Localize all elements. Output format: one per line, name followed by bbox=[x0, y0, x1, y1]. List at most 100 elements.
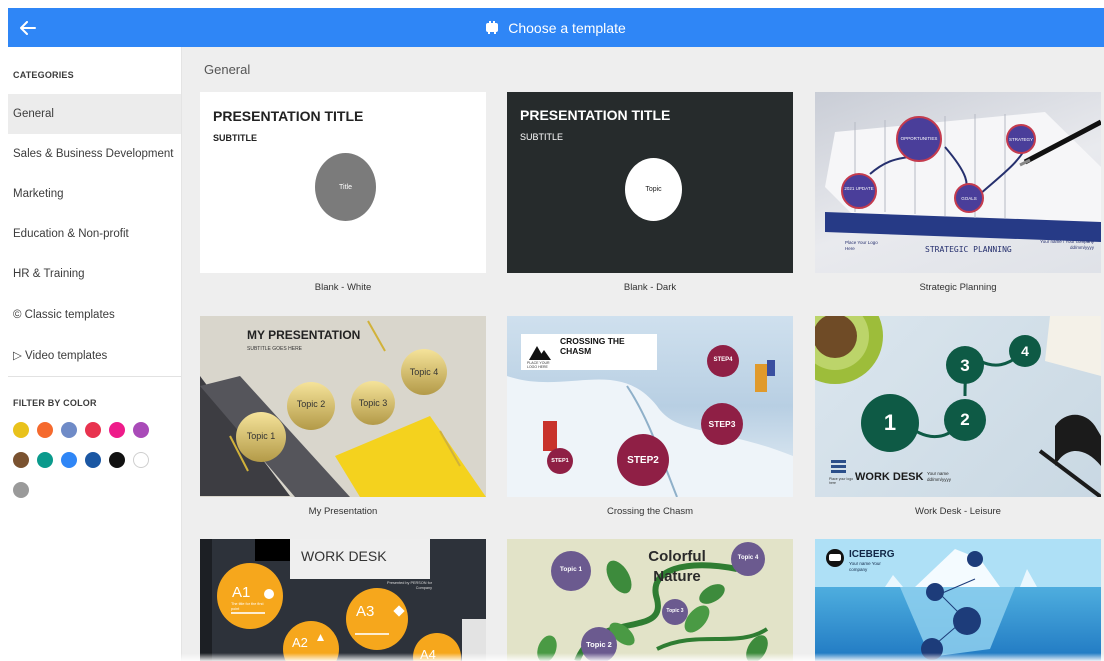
color-swatch[interactable] bbox=[109, 452, 125, 468]
thumb-subtitle: SUBTITLE bbox=[520, 132, 564, 142]
category-marketing[interactable]: Marketing bbox=[8, 174, 181, 214]
template-thumbnail: PLACE YOUR LOGO HERE CROSSING THE CHASM … bbox=[507, 316, 793, 497]
thumb-subtitle: SUBTITLE GOES HERE bbox=[247, 346, 303, 352]
my-presentation-art bbox=[200, 320, 486, 497]
category-sales[interactable]: Sales & Business Development bbox=[8, 134, 181, 174]
category-education[interactable]: Education & Non-profit bbox=[8, 214, 181, 254]
bottom-fade bbox=[0, 653, 1104, 661]
thumb-heading: STRATEGIC PLANNING bbox=[925, 245, 1012, 254]
categories-heading: CATEGORIES bbox=[13, 70, 74, 80]
topic-2: Topic 2 bbox=[296, 399, 326, 409]
thumb-title: ICEBERG bbox=[849, 549, 895, 560]
category-classic-templates[interactable]: © Classic templates bbox=[8, 295, 181, 335]
thumb-meta: Your name Your company bbox=[849, 561, 881, 572]
color-swatch[interactable] bbox=[85, 452, 101, 468]
crossing-chasm-art bbox=[507, 334, 793, 497]
thumb-subtitle: SUBTITLE bbox=[213, 133, 257, 143]
topic-3: Topic 3 bbox=[666, 608, 684, 614]
template-card-iceberg[interactable]: ICEBERG Your name Your company bbox=[815, 539, 1101, 661]
logo-placeholder: Place Your Logo Here bbox=[845, 240, 878, 251]
bubble-update: 2021 UPDATE bbox=[844, 186, 874, 191]
sidebar-divider bbox=[8, 376, 181, 377]
thumb-title: PRESENTATION TITLE bbox=[213, 108, 364, 124]
section-title: General bbox=[204, 62, 251, 77]
presented-by: Presented by PERSON for Company bbox=[387, 581, 432, 590]
template-card-colorful-nature[interactable]: Colorful Nature Topic 1 Topic 2 Topic 3 … bbox=[507, 539, 793, 661]
template-gallery: General PRESENTATION TITLE SUBTITLE Titl… bbox=[182, 47, 1104, 661]
template-card-blank-dark[interactable]: PRESENTATION TITLE SUBTITLE Topic Blank … bbox=[507, 92, 793, 302]
bubble-opportunities: OPPORTUNITIES bbox=[900, 136, 938, 141]
template-card-strategic-planning[interactable]: OPPORTUNITIES STRATEGY 2021 UPDATE GOALS… bbox=[815, 92, 1101, 302]
dialog-title-text: Choose a template bbox=[508, 19, 626, 36]
color-swatch[interactable] bbox=[61, 422, 77, 438]
template-name: Strategic Planning bbox=[919, 282, 997, 293]
color-swatch[interactable] bbox=[13, 452, 29, 468]
step-number-1: 1 bbox=[883, 410, 897, 435]
item-a1: A1 bbox=[232, 584, 251, 601]
color-swatch[interactable] bbox=[13, 482, 29, 498]
template-thumbnail: PRESENTATION TITLE SUBTITLE Topic bbox=[507, 92, 793, 273]
item-a3: A3 bbox=[356, 603, 375, 620]
template-thumbnail: ICEBERG Your name Your company bbox=[815, 539, 1101, 661]
category-hr-training[interactable]: HR & Training bbox=[8, 254, 181, 294]
thumb-title: PRESENTATION TITLE bbox=[520, 107, 671, 123]
template-card-blank-white[interactable]: PRESENTATION TITLE SUBTITLE Title Blank … bbox=[200, 92, 486, 302]
template-thumbnail: OPPORTUNITIES STRATEGY 2021 UPDATE GOALS… bbox=[815, 92, 1101, 273]
template-name: My Presentation bbox=[308, 506, 378, 517]
work-desk-leisure-art bbox=[815, 316, 1101, 497]
step-number-2: 2 bbox=[960, 410, 970, 429]
template-name: Blank - White bbox=[314, 282, 372, 293]
thumb-title: CROSSING THE CHASM bbox=[560, 336, 625, 356]
template-card-crossing-the-chasm[interactable]: PLACE YOUR LOGO HERE CROSSING THE CHASM … bbox=[507, 316, 793, 526]
top-bar: Choose a template bbox=[8, 8, 1104, 47]
thumb-meta: Your name / Your company dd/mm/yyyy bbox=[1040, 239, 1094, 250]
color-swatch[interactable] bbox=[61, 452, 77, 468]
template-thumbnail: Colorful Nature Topic 1 Topic 2 Topic 3 … bbox=[507, 539, 793, 661]
template-thumbnail: 1 2 3 4 Place your logo here WORK DESK Y… bbox=[815, 316, 1101, 497]
thumb-title: Colorful Nature bbox=[648, 548, 706, 585]
template-name: Blank - Dark bbox=[623, 282, 677, 293]
filter-color-heading: FILTER BY COLOR bbox=[13, 398, 97, 408]
color-swatch[interactable] bbox=[85, 422, 101, 438]
color-swatch[interactable] bbox=[37, 452, 53, 468]
category-video-templates[interactable]: ▷ Video templates bbox=[8, 335, 181, 375]
topic-4: Topic 4 bbox=[409, 367, 439, 377]
step-2: STEP2 bbox=[627, 455, 659, 466]
template-name: Work Desk - Leisure bbox=[915, 506, 1001, 517]
template-card-work-desk[interactable]: WORK DESK Presented by PERSON for Compan… bbox=[200, 539, 486, 661]
bubble-goals: GOALS bbox=[961, 196, 977, 201]
step-number-3: 3 bbox=[960, 356, 970, 375]
thumb-title: WORK DESK bbox=[855, 471, 924, 483]
topic-4: Topic 4 bbox=[737, 555, 759, 561]
thumb-title: WORK DESK bbox=[301, 548, 387, 564]
template-thumbnail: WORK DESK Presented by PERSON for Compan… bbox=[200, 539, 486, 661]
color-swatch[interactable] bbox=[133, 422, 149, 438]
step-number-4: 4 bbox=[1021, 343, 1029, 359]
category-general[interactable]: General bbox=[8, 94, 181, 134]
topic-2: Topic 2 bbox=[586, 640, 612, 649]
dialog-title: Choose a template bbox=[8, 8, 1104, 47]
template-icon bbox=[486, 21, 499, 34]
template-thumbnail: MY PRESENTATION SUBTITLE GOES HERE Topic… bbox=[200, 316, 486, 497]
step-1: STEP1 bbox=[551, 458, 569, 464]
topic-3: Topic 3 bbox=[358, 398, 388, 408]
thumb-meta: Your name dd/mm/yyyy bbox=[927, 471, 952, 482]
template-name: Crossing the Chasm bbox=[606, 506, 694, 517]
color-swatch[interactable] bbox=[37, 422, 53, 438]
thumb-title: MY PRESENTATION bbox=[247, 328, 361, 342]
thumb-topic-circle: Title bbox=[315, 153, 376, 221]
step-3: STEP3 bbox=[708, 419, 736, 429]
thumb-topic-circle: Topic bbox=[625, 158, 682, 221]
template-card-work-desk-leisure[interactable]: 1 2 3 4 Place your logo here WORK DESK Y… bbox=[815, 316, 1101, 526]
color-swatch[interactable] bbox=[133, 452, 149, 468]
topic-1: Topic 1 bbox=[559, 566, 583, 573]
topic-1: Topic 1 bbox=[246, 431, 276, 441]
template-card-my-presentation[interactable]: MY PRESENTATION SUBTITLE GOES HERE Topic… bbox=[200, 316, 486, 526]
template-thumbnail: PRESENTATION TITLE SUBTITLE Title bbox=[200, 92, 486, 273]
step-4: STEP4 bbox=[713, 357, 733, 363]
color-swatch[interactable] bbox=[13, 422, 29, 438]
item-a1-desc: The title for the first point bbox=[231, 602, 264, 611]
item-a2: A2 bbox=[292, 635, 308, 650]
logo-placeholder: PLACE YOUR LOGO HERE bbox=[527, 361, 550, 370]
color-swatch[interactable] bbox=[109, 422, 125, 438]
